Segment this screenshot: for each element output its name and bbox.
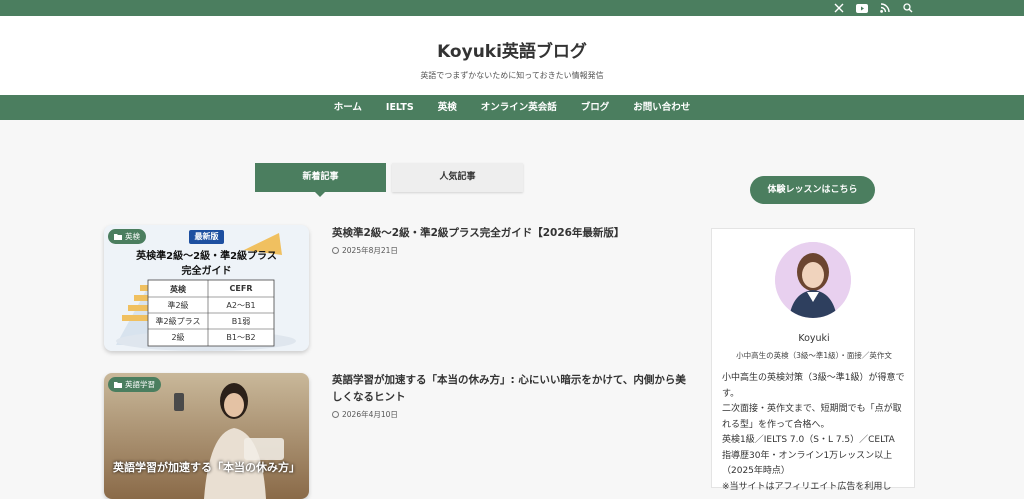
thumbnail-subheading: 完全ガイド — [181, 266, 232, 277]
folder-icon — [114, 382, 122, 388]
category-label: 英検 — [125, 232, 140, 241]
table-header-cefr: CEFR — [229, 284, 253, 293]
nav-item-online-english[interactable]: オンライン英会話 — [469, 95, 569, 120]
post-date: 2025年8月21日 — [332, 245, 398, 256]
post-date-text: 2026年4月10日 — [342, 410, 398, 419]
post-title[interactable]: 英検準2級〜2級・準2級プラス完全ガイド【2026年最新版】 — [332, 225, 692, 242]
post-tabs: 新着記事 人気記事 — [255, 163, 523, 197]
trial-lesson-button[interactable]: 体験レッスンはこちら — [750, 176, 875, 204]
latest-badge: 最新版 — [194, 232, 219, 241]
table-header-eiken: 英検 — [170, 285, 186, 294]
table-cell: 準2級プラス — [155, 317, 201, 326]
tab-popular-posts[interactable]: 人気記事 — [392, 163, 523, 192]
table-cell: 2級 — [171, 333, 185, 342]
thumbnail-caption: 英語学習が加速する「本当の休み方」 — [113, 461, 300, 474]
category-badge: 英検 — [108, 229, 146, 244]
profile-line: ※当サイトはアフィリエイト広告を利用し — [722, 481, 892, 492]
main-nav: ホーム IELTS 英検 オンライン英会話 ブログ お問い合わせ — [0, 95, 1024, 120]
post-thumbnail[interactable]: 英検 最新版 英検準2級〜2級・準2級プラス 完全ガイド 英検 CEFR 準2級… — [104, 225, 309, 351]
profile-name: Koyuki — [798, 333, 830, 344]
tab-new-posts[interactable]: 新着記事 — [255, 163, 386, 197]
profile-line: 二次面接・英作文まで、短期間でも「点が取れる型」を作って合格へ。 — [722, 404, 902, 430]
category-label: 英語学習 — [125, 380, 155, 389]
clock-icon — [332, 411, 339, 418]
nav-item-eiken[interactable]: 英検 — [426, 95, 469, 120]
x-icon[interactable] — [833, 2, 845, 14]
clock-icon — [332, 247, 339, 254]
nav-item-contact[interactable]: お問い合わせ — [621, 95, 702, 120]
category-badge: 英語学習 — [108, 377, 161, 392]
profile-role: 小中高生の英検（3級〜準1級）・面接／英作文 — [736, 351, 892, 360]
post-date-text: 2025年8月21日 — [342, 246, 398, 255]
profile-card: Koyuki 小中高生の英検（3級〜準1級）・面接／英作文 小中高生の英検対策（… — [711, 228, 915, 492]
folder-icon — [114, 234, 122, 240]
post-thumbnail[interactable]: 英語学習 英語学習が加速する「本当の休み方」 — [104, 373, 309, 499]
nav-item-home[interactable]: ホーム — [322, 95, 374, 120]
top-bar — [0, 0, 1024, 16]
thumbnail-heading: 英検準2級〜2級・準2級プラス — [136, 251, 277, 262]
rss-icon[interactable] — [879, 2, 891, 14]
profile-line: 小中高生の英検対策（3級〜準1級）が得意です。 — [722, 373, 905, 399]
table-cell: A2〜B1 — [226, 301, 256, 310]
avatar — [775, 242, 851, 318]
nav-item-ielts[interactable]: IELTS — [374, 95, 426, 120]
site-header: Koyuki英語ブログ 英語でつまずかないために知っておきたい情報発信 — [0, 16, 1024, 95]
table-cell: B1〜B2 — [226, 333, 256, 342]
post-date: 2026年4月10日 — [332, 409, 398, 420]
youtube-icon[interactable] — [856, 2, 868, 14]
table-cell: B1弱 — [231, 317, 251, 326]
post-title[interactable]: 英語学習が加速する「本当の休み方」: 心にいい暗示をかけて、内側から美しくなるヒ… — [332, 372, 692, 406]
profile-line: 指導歴30年・オンライン1万レッスン以上（2025年時点） — [722, 450, 893, 477]
nav-item-blog[interactable]: ブログ — [569, 95, 622, 120]
search-icon[interactable] — [902, 2, 914, 14]
profile-line: 英検1級／IELTS 7.0（S・L 7.5）／CELTA — [722, 435, 895, 445]
profile-description: 小中高生の英検対策（3級〜準1級）が得意です。 二次面接・英作文まで、短期間でも… — [722, 371, 910, 495]
table-cell: 準2級 — [167, 301, 189, 310]
social-icons — [833, 2, 914, 14]
site-title[interactable]: Koyuki英語ブログ — [0, 37, 1024, 62]
site-tagline: 英語でつまずかないために知っておきたい情報発信 — [420, 71, 604, 80]
